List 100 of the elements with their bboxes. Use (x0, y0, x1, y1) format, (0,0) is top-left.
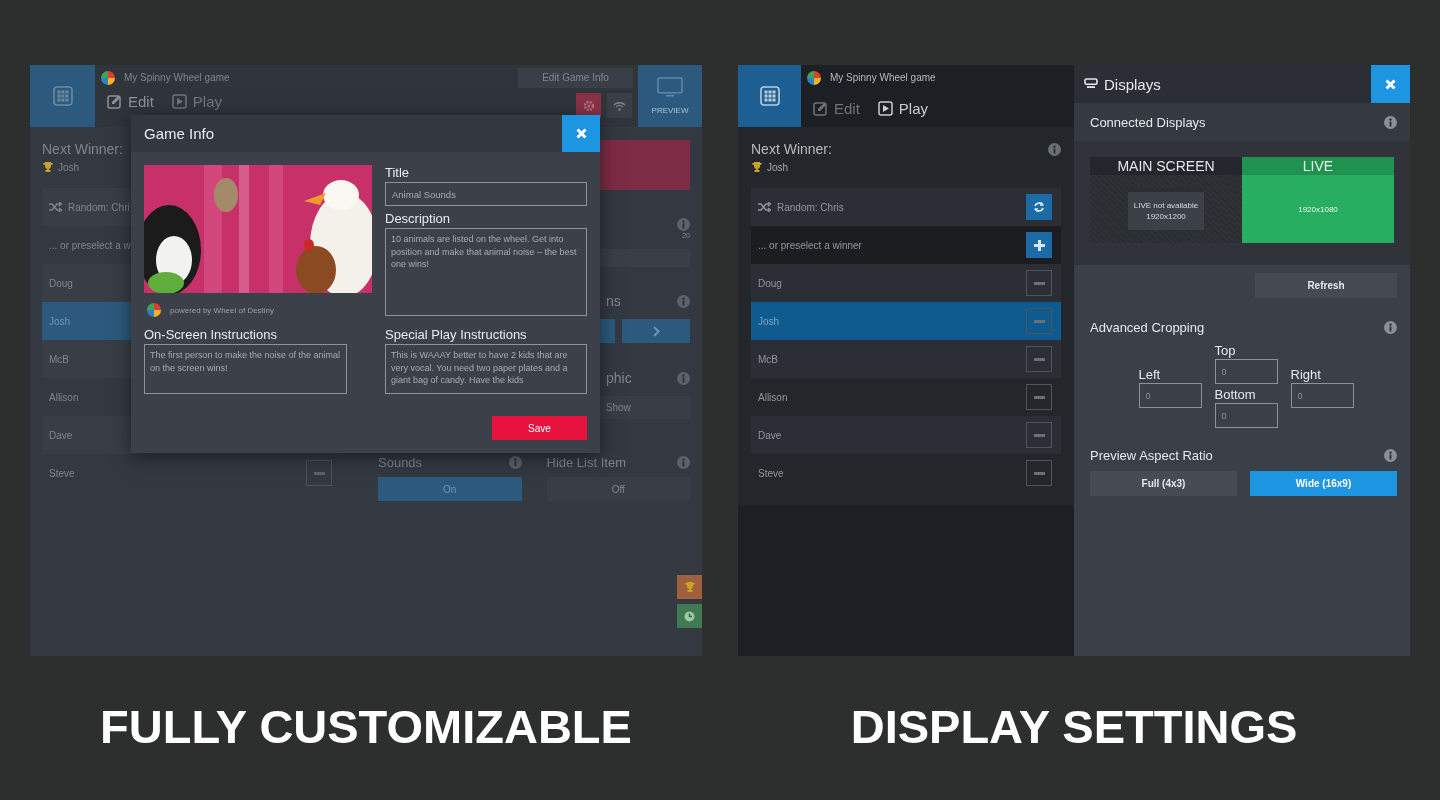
minus-icon (1033, 471, 1045, 475)
player-row[interactable]: Josh (751, 302, 1061, 340)
mode-tab[interactable]: Play (875, 100, 939, 117)
panel-title: Displays (1104, 75, 1161, 93)
player-row[interactable]: Allison (751, 378, 1061, 416)
plus-icon (1033, 239, 1045, 251)
section-label: phic (606, 370, 632, 386)
info-icon (508, 456, 522, 469)
remove-button[interactable] (1026, 270, 1052, 296)
powered-by-text: powered by Wheel of Destiny (170, 305, 275, 315)
toggle-button[interactable]: Off (546, 477, 690, 501)
remove-button[interactable] (1026, 384, 1052, 410)
edit-info-button[interactable]: Edit Game Info (518, 67, 633, 88)
toggle-button[interactable]: On (378, 477, 522, 501)
crop-field[interactable]: 0 (1290, 383, 1354, 408)
player-row[interactable]: Steve (751, 454, 1061, 492)
info-icon (677, 294, 690, 308)
section-title: Advanced Cropping (1090, 320, 1205, 335)
menu-button[interactable] (30, 65, 95, 127)
menu-button[interactable] (738, 65, 801, 127)
aspect-option[interactable]: Full (4x3) (1090, 471, 1237, 496)
preview-button[interactable]: PREVIEW (638, 65, 702, 127)
info-icon (1384, 321, 1397, 334)
next-winner-label: Next Winner: (751, 141, 832, 157)
wheel-icon (100, 69, 116, 86)
title-field[interactable]: Animal Sounds (385, 182, 587, 206)
wifi-button[interactable] (607, 93, 632, 118)
remove-button[interactable] (1026, 346, 1052, 372)
close-button[interactable] (562, 115, 600, 152)
trophy-button[interactable] (677, 575, 702, 599)
player-name: Steve (49, 467, 75, 479)
close-button[interactable] (1371, 65, 1410, 103)
player-name: Dave (49, 429, 73, 441)
crop-field[interactable]: 0 (1214, 403, 1278, 428)
grid-icon (52, 86, 73, 106)
player-name: Dave (758, 429, 782, 441)
field-label: Special Play Instructions (385, 327, 528, 342)
random-label: Random: Chris (777, 201, 844, 213)
crop-label: Bottom (1214, 387, 1257, 403)
monitor-icon (657, 77, 683, 98)
remove-button[interactable] (1026, 460, 1052, 486)
remove-button[interactable] (1026, 422, 1052, 448)
wifi-icon (613, 100, 626, 111)
remove-button[interactable] (306, 460, 332, 486)
display-tile[interactable]: LIVE 1920x1080 (1242, 157, 1394, 243)
gear-icon (582, 99, 595, 112)
instructions-field[interactable]: The first person to make the noise of the animal on the screen wins! (144, 344, 347, 394)
section-title: Preview Aspect Ratio (1090, 448, 1213, 463)
grid-icon (759, 86, 780, 106)
mode-tab[interactable]: Play (169, 93, 233, 110)
info-icon (1048, 142, 1061, 156)
preselect-placeholder: ... or preselect a w (49, 239, 131, 251)
dialog-title: Game Info (144, 125, 215, 142)
crop-field[interactable]: 0 (1138, 383, 1202, 408)
game-title: My Spinny Wheel game (830, 72, 936, 83)
info-icon (1384, 115, 1397, 129)
display-name: LIVE (1242, 157, 1394, 175)
player-row[interactable]: McB (751, 340, 1061, 378)
add-button[interactable] (1026, 232, 1052, 258)
setting-label: Sounds (378, 455, 423, 470)
winner-name: Josh (58, 161, 80, 173)
player-name: McB (49, 353, 69, 365)
preselect-row[interactable]: ... or preselect a winner (751, 226, 1061, 264)
mode-tab[interactable]: Edit (105, 93, 164, 110)
field-label: Title (385, 165, 411, 180)
player-name: Steve (758, 467, 784, 479)
game-title: My Spinny Wheel game (124, 72, 230, 83)
winner-name: Josh (767, 161, 789, 173)
monitor-icon (1084, 78, 1098, 90)
player-name: Doug (49, 277, 73, 289)
wheel-icon (806, 69, 822, 86)
mode-tab[interactable]: Edit (811, 100, 870, 117)
display-info: LIVE not available 1920x1200 (1128, 188, 1204, 230)
crop-label: Left (1138, 367, 1162, 383)
random-label: Random: Chri (68, 201, 130, 213)
aspect-option[interactable]: Wide (16x9) (1250, 471, 1397, 496)
section-label: ns (606, 293, 621, 309)
info-icon (677, 456, 690, 469)
player-name: Doug (758, 277, 782, 289)
remove-button[interactable] (1026, 308, 1052, 334)
trophy-icon (42, 161, 54, 173)
instructions-field[interactable]: This is WAAAY better to have 2 kids that are very vocal. You need two paper plates and a giant bag of candy. Have the kids (385, 344, 587, 394)
timer-button[interactable] (677, 604, 702, 628)
player-row[interactable]: Dave (751, 416, 1061, 454)
shuffle-icon (49, 202, 62, 212)
player-name: McB (758, 353, 778, 365)
setting-label: Hide List Item (546, 455, 626, 470)
refresh-button[interactable] (1026, 194, 1052, 220)
crop-field[interactable]: 0 (1214, 359, 1278, 384)
player-row[interactable]: Doug (751, 264, 1061, 302)
caption: DISPLAY SETTINGS (850, 699, 1298, 754)
save-button[interactable]: Save (492, 416, 587, 440)
edit-icon (813, 101, 828, 116)
caption: FULLY CUSTOMIZABLE (100, 699, 632, 754)
field-label: On-Screen Instructions (144, 327, 278, 342)
refresh-button[interactable]: Refresh (1255, 273, 1397, 298)
description-field[interactable]: 10 animals are listed on the wheel. Get into position and make that animal noise – the best one wins! (385, 228, 587, 316)
close-icon (575, 128, 587, 139)
display-resolution: 1920x1080 (1298, 204, 1338, 214)
field-label: Description (385, 211, 452, 226)
